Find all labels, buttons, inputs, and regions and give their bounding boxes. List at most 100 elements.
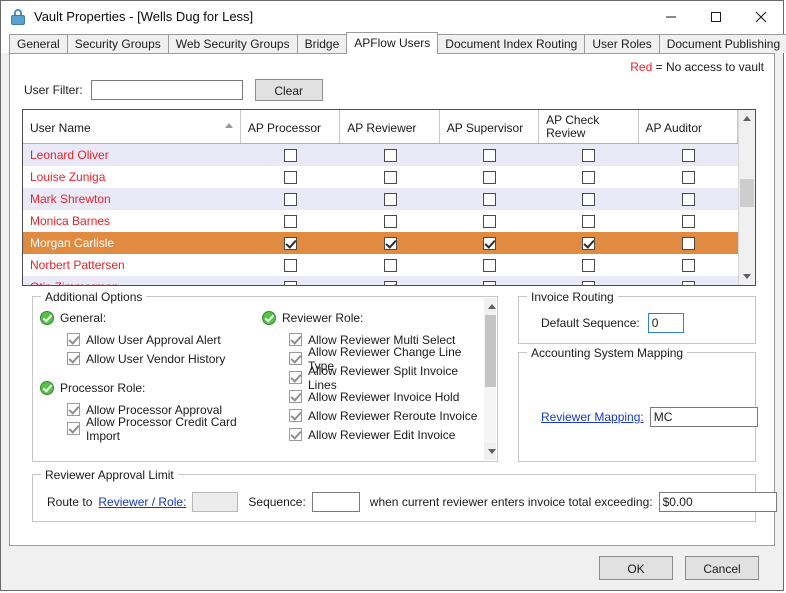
close-button[interactable] [738,1,783,32]
checkbox-ap-reviewer[interactable] [383,148,397,162]
column-header-ap-reviewer[interactable]: AP Reviewer [340,110,440,143]
tab-user-roles[interactable]: User Roles [584,34,660,53]
checkbox-ap-supervisor[interactable] [483,236,497,250]
option-allow-reviewer-edit-invoice[interactable]: Allow Reviewer Edit Invoice [262,425,484,444]
checkbox-ap-processor[interactable] [284,280,298,285]
cell-ap-auditor[interactable] [639,192,738,206]
limit-amount-input[interactable] [658,492,777,512]
tab-document-index-routing[interactable]: Document Index Routing [437,34,586,53]
options-scroll-thumb[interactable] [485,315,496,387]
cell-ap-auditor[interactable] [639,236,738,250]
reviewer-mapping-link[interactable]: Reviewer Mapping: [541,410,644,424]
checkbox-ap-supervisor[interactable] [483,214,497,228]
cell-ap-auditor[interactable] [639,170,738,184]
cell-ap-check-review[interactable] [539,170,638,184]
cell-ap-check-review[interactable] [539,214,638,228]
cell-ap-processor[interactable] [241,258,340,272]
column-header-user-name[interactable]: User Name [23,110,241,143]
checkbox-ap-processor[interactable] [284,148,298,162]
checkbox-ap-reviewer[interactable] [383,236,397,250]
column-header-ap-auditor[interactable]: AP Auditor [639,110,738,143]
checkbox-ap-reviewer[interactable] [383,192,397,206]
cell-ap-processor[interactable] [241,148,340,162]
tab-general[interactable]: General [9,34,68,53]
checkbox-ap-supervisor[interactable] [483,280,497,285]
column-header-ap-supervisor[interactable]: AP Supervisor [440,110,540,143]
checkbox-ap-supervisor[interactable] [483,170,497,184]
cell-ap-check-review[interactable] [539,280,638,285]
checkbox-ap-supervisor[interactable] [483,148,497,162]
cell-ap-supervisor[interactable] [440,236,539,250]
checkbox-ap-auditor[interactable] [681,280,695,285]
option-allow-processor-credit-card-import[interactable]: Allow Processor Credit Card Import [40,415,262,443]
scroll-down-icon[interactable] [739,268,755,285]
cell-ap-processor[interactable] [241,214,340,228]
checkbox-ap-check-review[interactable] [582,214,596,228]
checkbox-ap-check-review[interactable] [582,192,596,206]
checkbox-ap-check-review[interactable] [582,170,596,184]
column-header-ap-processor[interactable]: AP Processor [241,110,341,143]
checkbox-ap-check-review[interactable] [582,280,596,285]
option-allow-reviewer-invoice-hold[interactable]: Allow Reviewer Invoice Hold [262,387,484,406]
cell-ap-check-review[interactable] [539,148,638,162]
checkbox-ap-auditor[interactable] [681,214,695,228]
cell-ap-reviewer[interactable] [341,214,440,228]
reviewer-mapping-input[interactable] [649,407,758,427]
tab-document-publishing[interactable]: Document Publishing [658,34,786,53]
additional-options-scrollbar[interactable] [484,298,496,460]
checkbox-allow-processor-approval[interactable] [67,403,80,416]
checkbox-ap-auditor[interactable] [681,258,695,272]
checkbox-allow-user-vendor-history[interactable] [67,352,80,365]
checkbox-ap-auditor[interactable] [681,148,695,162]
cell-ap-processor[interactable] [241,170,340,184]
cell-ap-processor[interactable] [241,280,340,285]
checkbox-ap-supervisor[interactable] [483,258,497,272]
clear-filter-button[interactable]: Clear [254,79,323,101]
minimize-button[interactable] [648,1,693,32]
checkbox-ap-auditor[interactable] [681,170,695,184]
checkbox-ap-processor[interactable] [284,170,298,184]
cell-ap-supervisor[interactable] [440,148,539,162]
option-allow-user-approval-alert[interactable]: Allow User Approval Alert [40,330,262,349]
checkbox-ap-reviewer[interactable] [383,280,397,285]
tab-web-security-groups[interactable]: Web Security Groups [167,34,298,53]
cell-ap-supervisor[interactable] [440,214,539,228]
option-allow-reviewer-reroute-invoice[interactable]: Allow Reviewer Reroute Invoice [262,406,484,425]
cell-ap-reviewer[interactable] [341,258,440,272]
cell-ap-reviewer[interactable] [341,192,440,206]
cell-ap-reviewer[interactable] [341,280,440,285]
cell-ap-auditor[interactable] [639,214,738,228]
table-row[interactable]: Monica Barnes [23,210,738,232]
cell-ap-auditor[interactable] [639,258,738,272]
cell-ap-reviewer[interactable] [341,170,440,184]
cell-ap-check-review[interactable] [539,236,638,250]
user-filter-input[interactable] [90,80,243,100]
checkbox-allow-reviewer-edit-invoice[interactable] [289,428,302,441]
cancel-button[interactable]: Cancel [685,556,759,580]
checkbox-ap-check-review[interactable] [582,236,596,250]
checkbox-allow-reviewer-multi-select[interactable] [289,333,302,346]
cell-ap-reviewer[interactable] [341,148,440,162]
ok-button[interactable]: OK [599,556,673,580]
grid-scroll-track[interactable] [739,127,755,268]
maximize-button[interactable] [693,1,738,32]
options-scroll-track[interactable] [484,315,496,443]
scroll-down-icon[interactable] [484,443,496,460]
checkbox-ap-check-review[interactable] [582,258,596,272]
table-row[interactable]: Louise Zuniga [23,166,738,188]
cell-ap-supervisor[interactable] [440,258,539,272]
cell-ap-reviewer[interactable] [341,236,440,250]
cell-ap-check-review[interactable] [539,192,638,206]
checkbox-allow-reviewer-invoice-hold[interactable] [289,390,302,403]
checkbox-allow-reviewer-reroute-invoice[interactable] [289,409,302,422]
scroll-up-icon[interactable] [484,298,496,315]
reviewer-role-link[interactable]: Reviewer / Role: [98,495,186,509]
checkbox-ap-auditor[interactable] [681,236,695,250]
cell-ap-auditor[interactable] [639,148,738,162]
option-allow-reviewer-split-invoice-lines[interactable]: Allow Reviewer Split Invoice Lines [262,364,484,392]
checkbox-ap-reviewer[interactable] [383,170,397,184]
cell-ap-auditor[interactable] [639,280,738,285]
cell-ap-check-review[interactable] [539,258,638,272]
cell-ap-supervisor[interactable] [440,170,539,184]
table-row-selected[interactable]: Morgan Carlisle [23,232,738,254]
